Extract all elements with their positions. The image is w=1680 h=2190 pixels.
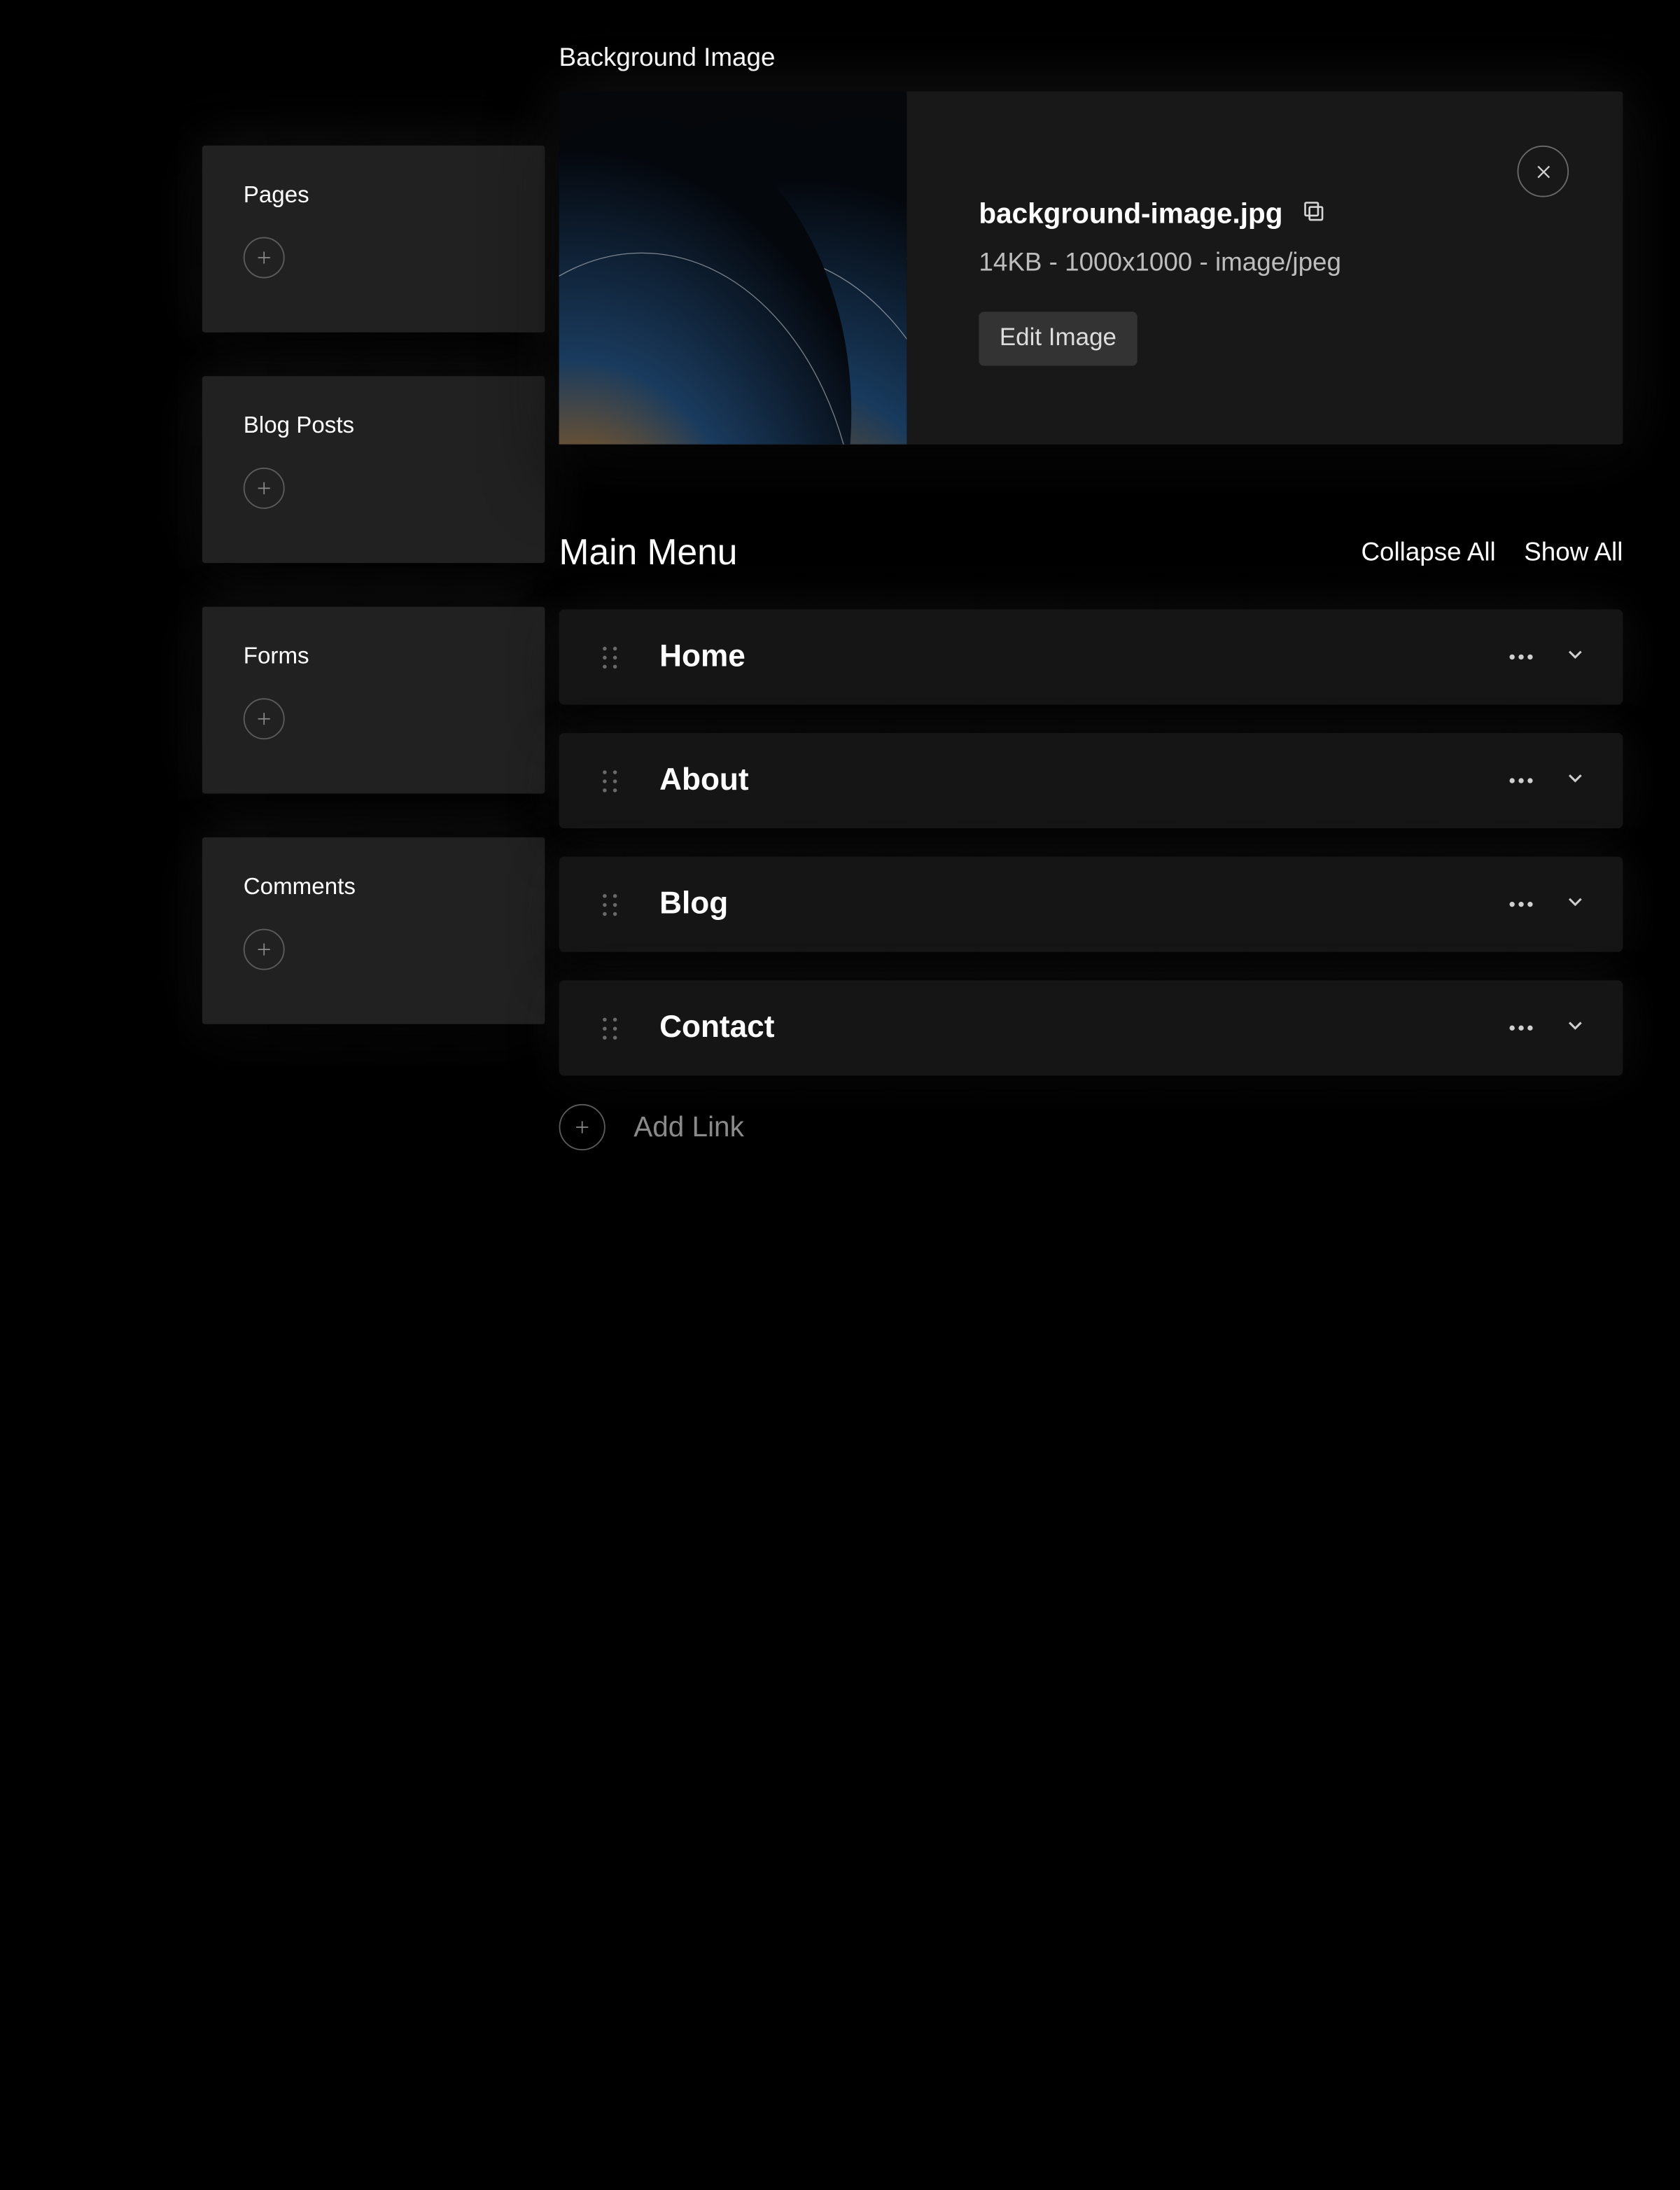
collapse-all-link[interactable]: Collapse All: [1361, 538, 1495, 567]
menu-item-actions: [1509, 1013, 1586, 1042]
add-link-row[interactable]: Add Link: [559, 1104, 1623, 1150]
show-all-link[interactable]: Show All: [1524, 538, 1623, 567]
chevron-down-icon[interactable]: [1564, 766, 1587, 795]
sidebar-card-blog-posts: Blog Posts: [202, 376, 545, 563]
chevron-down-icon[interactable]: [1564, 642, 1587, 671]
menu-item-home[interactable]: Home: [559, 609, 1623, 704]
main-menu-header: Main Menu Collapse All Show All: [559, 532, 1623, 573]
main-menu-actions: Collapse All Show All: [1361, 538, 1623, 567]
sidebar-card-title: Forms: [244, 643, 504, 670]
add-form-button[interactable]: [244, 698, 285, 739]
add-link-button[interactable]: [559, 1104, 606, 1150]
background-image-label: Background Image: [559, 44, 1623, 74]
sidebar-card-pages: Pages: [202, 146, 545, 333]
sidebar-card-title: Comments: [244, 874, 504, 901]
more-icon[interactable]: [1509, 1026, 1532, 1031]
background-image-panel: background-image.jpg 14KB - 1000x1000 - …: [559, 92, 1623, 445]
more-icon[interactable]: [1509, 778, 1532, 783]
menu-item-label: Blog: [659, 886, 728, 923]
plus-icon: [573, 1118, 592, 1136]
plus-icon: [255, 710, 273, 728]
copy-icon[interactable]: [1301, 197, 1326, 230]
plus-icon: [255, 249, 273, 267]
main-menu-section: Main Menu Collapse All Show All Home: [559, 532, 1623, 1150]
add-blog-post-button[interactable]: [244, 468, 285, 509]
close-button[interactable]: [1518, 146, 1569, 197]
background-image-info: background-image.jpg 14KB - 1000x1000 - …: [906, 92, 1377, 445]
menu-item-label: About: [659, 762, 749, 799]
sidebar-card-title: Blog Posts: [244, 412, 504, 440]
background-image-thumbnail[interactable]: [559, 92, 907, 445]
add-link-label: Add Link: [634, 1110, 744, 1144]
menu-items-list: Home About Blog: [559, 609, 1623, 1075]
drag-handle-icon[interactable]: [603, 889, 623, 920]
menu-item-actions: [1509, 642, 1586, 671]
menu-item-label: Home: [659, 639, 746, 676]
plus-icon: [255, 479, 273, 497]
more-icon[interactable]: [1509, 655, 1532, 660]
menu-item-label: Contact: [659, 1010, 774, 1047]
chevron-down-icon[interactable]: [1564, 890, 1587, 919]
chevron-down-icon[interactable]: [1564, 1013, 1587, 1042]
sidebar-card-forms: Forms: [202, 607, 545, 794]
drag-handle-icon[interactable]: [603, 641, 623, 672]
plus-icon: [255, 940, 273, 958]
menu-item-blog[interactable]: Blog: [559, 857, 1623, 952]
thumbnail-art: [559, 92, 907, 445]
add-comment-button[interactable]: [244, 929, 285, 970]
menu-item-actions: [1509, 890, 1586, 919]
sidebar-card-comments: Comments: [202, 837, 545, 1024]
add-page-button[interactable]: [244, 237, 285, 279]
background-image-filename: background-image.jpg: [979, 197, 1282, 231]
main-menu-title: Main Menu: [559, 532, 738, 573]
drag-handle-icon[interactable]: [603, 765, 623, 796]
drag-handle-icon[interactable]: [603, 1012, 623, 1043]
menu-item-contact[interactable]: Contact: [559, 980, 1623, 1075]
menu-item-about[interactable]: About: [559, 733, 1623, 828]
close-icon: [1534, 162, 1553, 181]
menu-item-actions: [1509, 766, 1586, 795]
more-icon[interactable]: [1509, 902, 1532, 907]
sidebar-card-title: Pages: [244, 181, 504, 209]
sidebar: Pages Blog Posts Forms Comments: [202, 146, 545, 1024]
background-image-section: Background Image: [559, 44, 1623, 445]
background-image-meta: 14KB - 1000x1000 - image/jpeg: [979, 249, 1341, 278]
edit-image-button[interactable]: Edit Image: [979, 312, 1137, 365]
filename-row: background-image.jpg: [979, 197, 1326, 231]
